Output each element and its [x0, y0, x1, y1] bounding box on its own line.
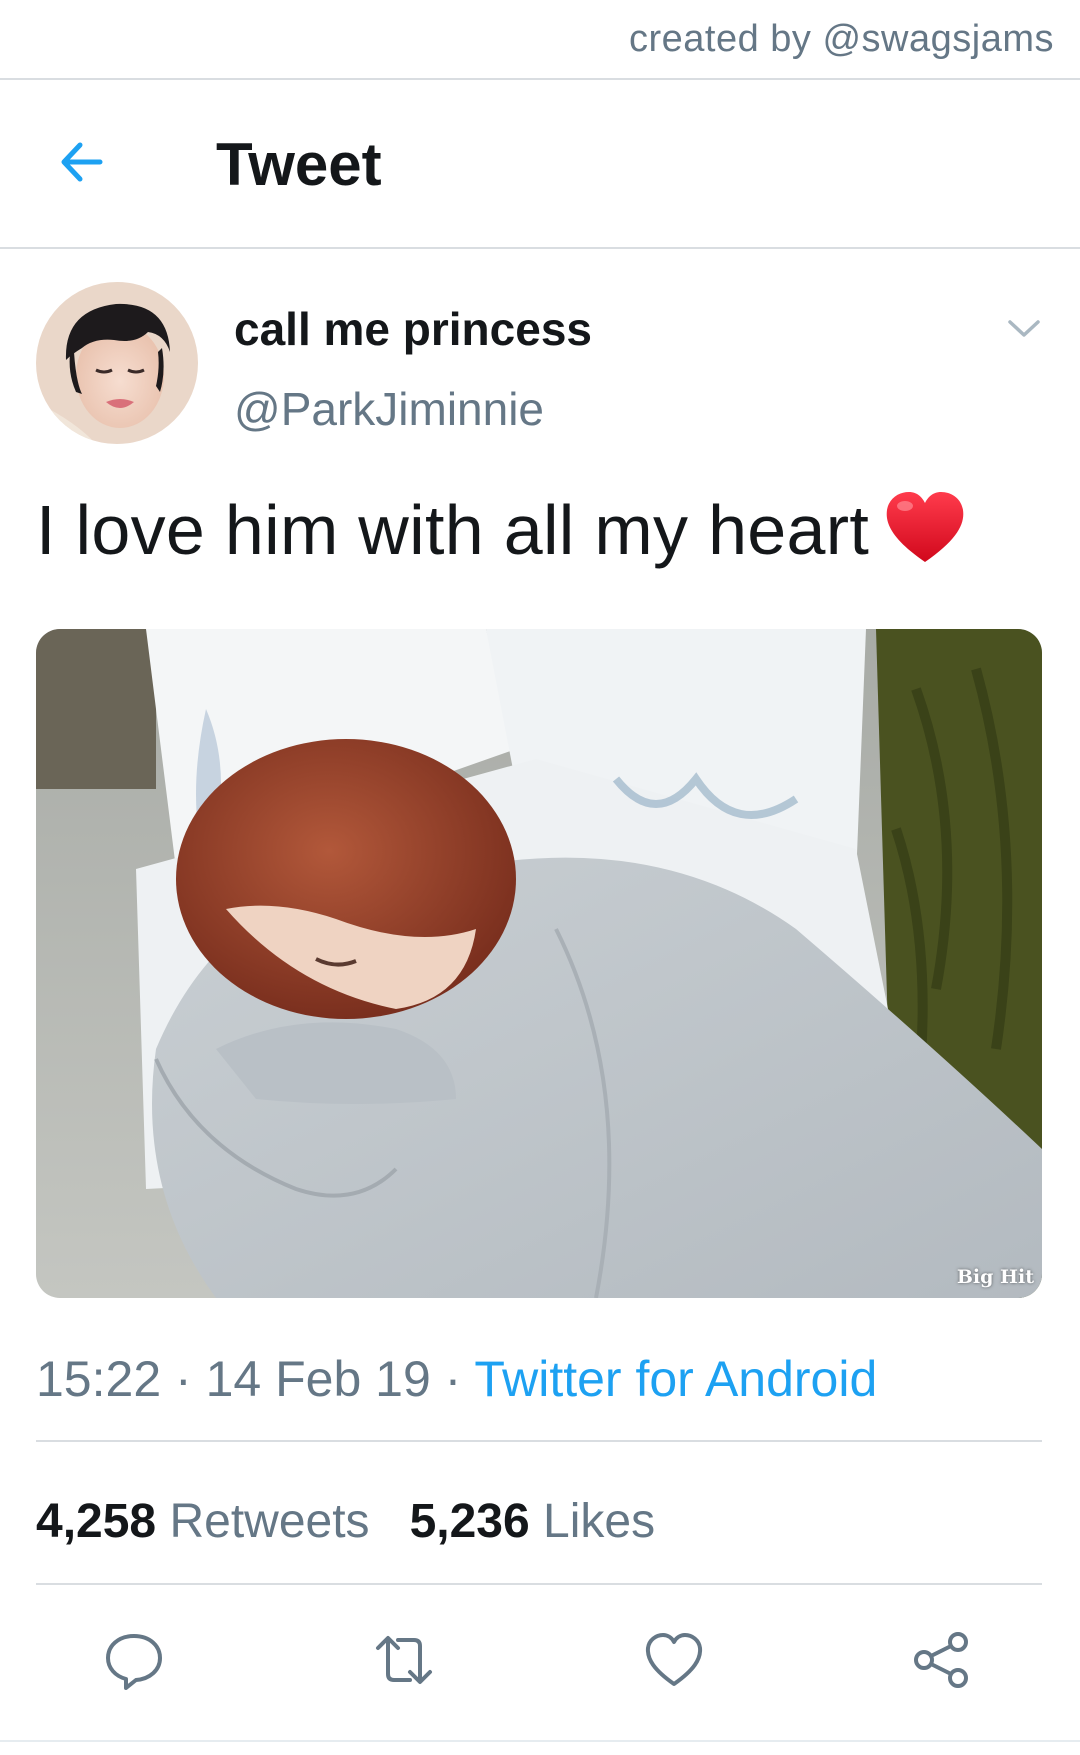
watermark-bar: created by @swagsjams [0, 0, 1080, 80]
tweet-date: 14 Feb 19 [205, 1351, 431, 1407]
page-title: Tweet [216, 131, 382, 198]
tweet-time: 15:22 [36, 1351, 162, 1407]
reply-button[interactable] [102, 1628, 166, 1692]
tweet-stats: 4,258 Retweets 5,236 Likes [36, 1494, 655, 1549]
meta-separator: · [444, 1351, 462, 1407]
watermark-text: created by @swagsjams [628, 18, 1054, 60]
meta-separator: · [175, 1351, 192, 1407]
retweet-button[interactable] [372, 1628, 436, 1692]
reply-icon [106, 1634, 162, 1690]
tweet-options-button[interactable] [1002, 306, 1046, 350]
likes-label: Likes [543, 1495, 656, 1548]
user-handle[interactable]: @ParkJiminnie [234, 382, 544, 436]
likes-stat[interactable]: 5,236 Likes [410, 1495, 656, 1548]
retweets-label: Retweets [169, 1495, 370, 1548]
likes-count: 5,236 [409, 1495, 530, 1548]
arrow-left-icon [61, 142, 103, 182]
divider [36, 1440, 1042, 1442]
share-button[interactable] [910, 1628, 974, 1692]
red-heart-emoji [883, 490, 967, 566]
retweets-stat[interactable]: 4,258 Retweets [36, 1495, 370, 1548]
heart-icon [645, 1633, 703, 1686]
retweets-count: 4,258 [36, 1495, 157, 1548]
avatar[interactable] [36, 282, 198, 444]
tweet-text-content: I love him with all my heart [36, 491, 870, 569]
photo-credit-watermark: Big Hit [956, 1266, 1034, 1288]
divider [0, 1740, 1080, 1742]
tweet-source-link[interactable]: Twitter for Android [474, 1351, 877, 1407]
divider [36, 1583, 1042, 1585]
tweet-photo[interactable]: Big Hit [36, 629, 1042, 1298]
display-name[interactable]: call me princess [234, 302, 592, 356]
tweet-timestamp-line: 15:22 · 14 Feb 19 · Twitter for Android [36, 1350, 877, 1408]
back-button[interactable] [52, 132, 112, 192]
chevron-down-icon [1008, 320, 1040, 337]
tweet-text: I love him with all my heart [36, 490, 967, 570]
tweet-header: Tweet [0, 80, 1080, 249]
share-icon [914, 1632, 968, 1688]
like-button[interactable] [642, 1628, 706, 1692]
retweet-icon [376, 1636, 432, 1684]
